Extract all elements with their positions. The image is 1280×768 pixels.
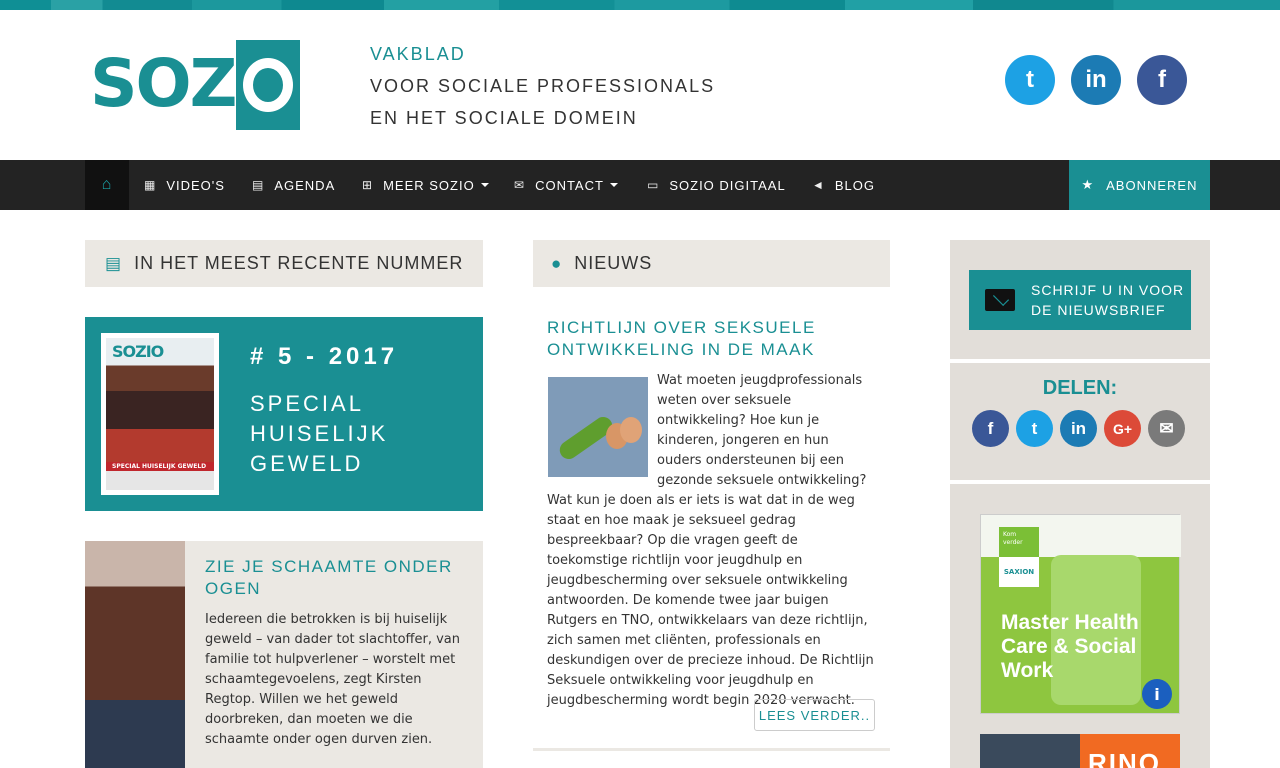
google-plus-icon: G+	[1112, 420, 1133, 437]
nav-label: MEER SOZIO	[383, 177, 475, 193]
facebook-icon: f	[987, 418, 994, 438]
feature-image	[85, 541, 185, 768]
plus-square-icon: ⊞	[362, 178, 374, 192]
news-image-egg	[620, 417, 642, 443]
nav-item-blog[interactable]: ◄ BLOG	[812, 160, 875, 210]
tagline-line-2: VOOR SOCIALE PROFESSIONALS	[370, 76, 716, 96]
feature-title[interactable]: ZIE JE SCHAAMTE ONDER OGEN	[205, 556, 465, 600]
news-header: ● NIEUWS	[533, 240, 890, 287]
feature-article[interactable]: ZIE JE SCHAAMTE ONDER OGEN Iedereen die …	[85, 541, 483, 768]
newsletter-signup-button[interactable]: SCHRIJF U IN VOOR DE NIEUWSBRIEF	[969, 270, 1191, 330]
issue-title: SPECIAL HUISELIJK GEWELD	[250, 391, 389, 476]
nav-item-meer-sozio[interactable]: ⊞ MEER SOZIO	[362, 160, 489, 210]
nav-item-agenda[interactable]: ▤ AGENDA	[252, 160, 335, 210]
ad-badge-text: Kom verder	[1003, 531, 1023, 546]
news-title[interactable]: RICHTLIJN OVER SEKSUELE ONTWIKKELING IN …	[547, 317, 877, 361]
info-icon[interactable]: i	[1142, 679, 1172, 709]
nav-label: BLOG	[834, 177, 876, 193]
share-facebook-button[interactable]: f	[972, 410, 1009, 447]
share-twitter-button[interactable]: t	[1016, 410, 1053, 447]
cover-logo: SOZIO	[112, 342, 164, 361]
envelope-icon	[985, 289, 1015, 311]
main-navbar: ⌂ ▦ VIDEO'S ▤ AGENDA ⊞ MEER SOZIO ✉ CONTACT …	[0, 160, 1280, 210]
nav-label: AGENDA	[274, 177, 336, 193]
saxion-ad-banner[interactable]: Kom verder SAXION Master Health Care & S…	[980, 514, 1181, 714]
cover-band: SPECIAL HUISELIJK GEWELD	[106, 462, 214, 471]
subscribe-button[interactable]: ★ ABONNEREN	[1069, 160, 1210, 210]
twitter-header-button[interactable]: t	[1005, 55, 1055, 105]
globe-icon: ●	[551, 253, 563, 273]
top-color-strip	[0, 0, 1280, 10]
read-more-button[interactable]: LEES VERDER..	[754, 699, 875, 731]
ad-headline: Master Health Care & Social Work	[1001, 611, 1139, 682]
cover-image: SOZIO SPECIAL HUISELIJK GEWELD	[106, 338, 214, 490]
tagline-line-3: EN HET SOCIALE DOMEIN	[370, 108, 638, 128]
logo-wordmark: SOZI	[90, 45, 260, 122]
envelope-icon: ✉	[1159, 418, 1174, 438]
logo-o-box	[236, 40, 300, 130]
share-linkedin-button[interactable]: in	[1060, 410, 1097, 447]
feature-summary: Iedereen die betrokken is bij huiselijk …	[205, 612, 461, 747]
saxion-badge: Kom verder SAXION	[999, 527, 1039, 587]
nav-item-sozio-digitaal[interactable]: ▭ SOZIO DIGITAAL	[647, 160, 786, 210]
logo-o-ring	[243, 58, 293, 112]
share-label: DELEN:	[1042, 377, 1118, 399]
megaphone-icon: ◄	[812, 178, 825, 192]
film-icon: ▦	[144, 178, 157, 192]
news-divider	[533, 748, 890, 751]
site-tagline: VAKBLAD VOOR SOCIALE PROFESSIONALS EN HE…	[370, 38, 715, 134]
share-googleplus-button[interactable]: G+	[1104, 410, 1141, 447]
nav-label: CONTACT	[535, 177, 604, 193]
star-icon: ★	[1081, 177, 1095, 192]
tagline-line-1: VAKBLAD	[370, 44, 466, 64]
subscribe-label: ABONNEREN	[1106, 177, 1198, 193]
nav-item-videos[interactable]: ▦ VIDEO'S	[144, 160, 225, 210]
magazine-cover[interactable]: SOZIO SPECIAL HUISELIJK GEWELD	[101, 333, 219, 495]
newspaper-icon: ▤	[105, 253, 123, 273]
newsletter-label: SCHRIJF U IN VOOR DE NIEUWSBRIEF	[1031, 282, 1185, 318]
recent-issue-card[interactable]: SOZIO SPECIAL HUISELIJK GEWELD # 5 - 201…	[85, 317, 483, 511]
news-image	[548, 377, 648, 477]
share-email-button[interactable]: ✉	[1148, 410, 1185, 447]
rino-ad-banner[interactable]: RINO	[980, 734, 1180, 768]
facebook-header-button[interactable]: f	[1137, 55, 1187, 105]
news-header-title: NIEUWS	[574, 253, 653, 273]
issue-number: # 5 - 2017	[250, 343, 399, 370]
saxion-logo: SAXION	[999, 557, 1039, 587]
linkedin-icon: in	[1085, 66, 1107, 93]
twitter-icon: t	[1031, 418, 1038, 438]
linkedin-header-button[interactable]: in	[1071, 55, 1121, 105]
sozio-logo[interactable]: SOZI	[90, 40, 300, 130]
nav-home[interactable]: ⌂	[85, 160, 129, 210]
rino-logo: RINO	[1088, 748, 1161, 768]
envelope-icon: ✉	[514, 178, 526, 192]
chevron-down-icon	[480, 183, 489, 187]
monitor-icon: ▭	[647, 178, 660, 192]
nav-item-contact[interactable]: ✉ CONTACT	[514, 160, 618, 210]
home-icon: ⌂	[101, 176, 113, 193]
nav-label: VIDEO'S	[166, 177, 225, 193]
nav-label: SOZIO DIGITAAL	[669, 177, 786, 193]
chevron-down-icon	[609, 183, 618, 187]
twitter-icon: t	[1026, 66, 1034, 93]
recent-issue-title: IN HET MEEST RECENTE NUMMER	[134, 253, 464, 273]
facebook-icon: f	[1158, 66, 1166, 93]
recent-issue-header: ▤ IN HET MEEST RECENTE NUMMER	[85, 240, 483, 287]
calendar-icon: ▤	[252, 178, 265, 192]
linkedin-icon: in	[1070, 418, 1087, 438]
